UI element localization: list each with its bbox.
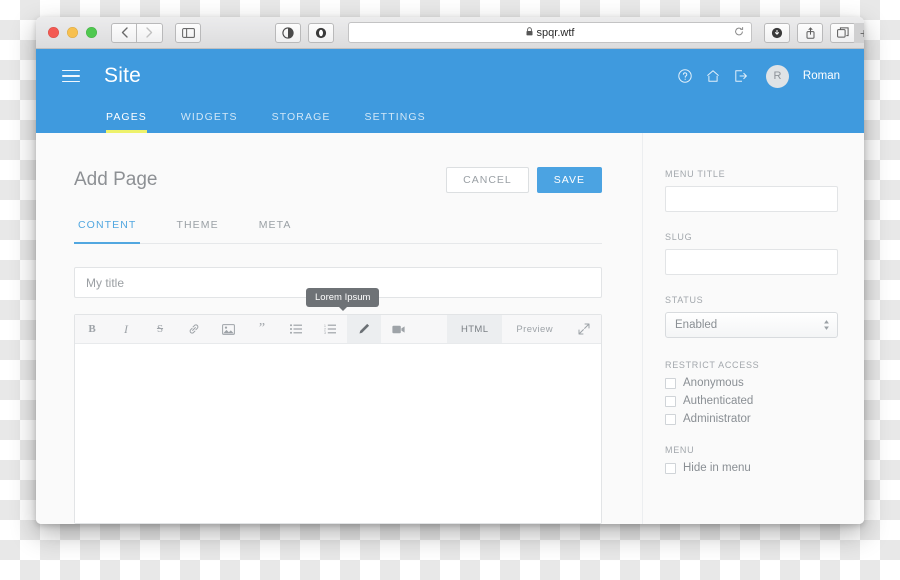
checkbox-row-authenticated[interactable]: Authenticated [665, 395, 838, 407]
editor-area: My title Lorem Ipsum B I S ” 1 2 3 HTML … [74, 267, 602, 524]
subtab-content[interactable]: CONTENT [74, 219, 141, 244]
numbered-list-icon[interactable]: 123 [313, 315, 347, 343]
link-icon[interactable] [177, 315, 211, 343]
reader-view-icon[interactable] [275, 22, 301, 43]
forward-button[interactable] [137, 22, 163, 43]
pencil-icon[interactable] [347, 315, 381, 343]
menu-title-input[interactable] [665, 186, 838, 212]
url-value: spqr.wtf [536, 26, 575, 39]
browser-window: spqr.wtf + Site [36, 17, 864, 524]
status-select[interactable]: Enabled [665, 312, 838, 338]
slug-input[interactable] [665, 249, 838, 275]
address-bar[interactable]: spqr.wtf [348, 22, 752, 43]
tooltip: Lorem Ipsum [306, 288, 380, 307]
sidebar-toggle-icon[interactable] [175, 22, 201, 43]
avatar[interactable]: R [765, 64, 789, 88]
help-circle-icon[interactable] [678, 69, 692, 83]
reload-icon[interactable] [734, 26, 744, 39]
checkbox-label-authenticated: Authenticated [683, 395, 754, 407]
checkbox-row-anonymous[interactable]: Anonymous [665, 377, 838, 389]
preview-mode-button[interactable]: Preview [502, 315, 567, 343]
svg-text:3: 3 [324, 331, 326, 334]
rich-text-editor: B I S ” 1 2 3 HTML Preview [74, 314, 602, 524]
slug-label: SLUG [665, 232, 693, 242]
italic-icon[interactable]: I [109, 315, 143, 343]
url-text-group: spqr.wtf [526, 26, 575, 39]
checkbox-row-hide-in-menu[interactable]: Hide in menu [665, 462, 838, 474]
page-actions: CANCEL SAVE [446, 167, 602, 193]
header-right-group: R Roman [678, 64, 840, 88]
html-mode-button[interactable]: HTML [446, 315, 503, 343]
subtab-theme[interactable]: THEME [172, 219, 222, 244]
page-settings-sidebar: MENU TITLE SLUG STATUS Enabled RESTRICT … [642, 133, 864, 524]
page-header: Add Page CANCEL SAVE [74, 167, 602, 193]
lock-icon [526, 27, 533, 38]
tab-storage[interactable]: STORAGE [272, 111, 331, 133]
checkbox-authenticated[interactable] [665, 395, 676, 407]
page-title: Add Page [74, 169, 158, 190]
status-select-value: Enabled [675, 319, 718, 331]
subtab-meta[interactable]: META [255, 219, 296, 244]
strikethrough-icon[interactable]: S [143, 315, 177, 343]
save-button[interactable]: SAVE [536, 167, 602, 193]
page-title-input-value: My title [86, 275, 125, 290]
restrict-access-label: RESTRICT ACCESS [665, 360, 760, 370]
checkbox-anonymous[interactable] [665, 377, 676, 389]
new-tab-button[interactable]: + [854, 23, 864, 43]
app-title: Site [104, 64, 141, 87]
close-window-button[interactable] [48, 27, 59, 38]
minimize-window-button[interactable] [67, 27, 78, 38]
toolbar-right-buttons [764, 22, 856, 43]
expand-arrows-icon[interactable] [567, 315, 601, 343]
download-icon[interactable] [764, 22, 790, 43]
app-header-top-row: Site R Roman [60, 49, 840, 103]
window-controls [48, 27, 97, 38]
menu-title-label: MENU TITLE [665, 169, 726, 179]
show-tabs-icon[interactable] [830, 22, 856, 43]
checkbox-label-administrator: Administrator [683, 413, 751, 425]
app-header: Site R Roman PAGES WIDGETS STORAGE SETTI… [36, 49, 864, 133]
user-name[interactable]: Roman [803, 70, 840, 82]
status-label: STATUS [665, 295, 704, 305]
video-icon[interactable] [381, 315, 415, 343]
shield-icon[interactable] [308, 22, 334, 43]
quote-icon[interactable]: ” [245, 315, 279, 343]
image-icon[interactable] [211, 315, 245, 343]
checkbox-label-anonymous: Anonymous [683, 377, 744, 389]
editor-toolbar: B I S ” 1 2 3 HTML Preview [75, 315, 601, 344]
main-column: Add Page CANCEL SAVE CONTENT THEME META … [36, 133, 642, 524]
content-subtabs: CONTENT THEME META [74, 219, 602, 244]
tab-settings[interactable]: SETTINGS [364, 111, 425, 133]
share-icon[interactable] [797, 22, 823, 43]
browser-toolbar: spqr.wtf + [36, 17, 864, 49]
app-viewport: Site R Roman PAGES WIDGETS STORAGE SETTI… [36, 49, 864, 524]
editor-content-area[interactable] [75, 344, 601, 523]
extension-buttons [275, 22, 334, 43]
cancel-button[interactable]: CANCEL [446, 167, 529, 193]
content-body: Add Page CANCEL SAVE CONTENT THEME META … [36, 133, 864, 524]
bullet-list-icon[interactable] [279, 315, 313, 343]
menu-section-label: MENU [665, 445, 695, 455]
checkbox-hide-in-menu[interactable] [665, 462, 676, 474]
home-icon[interactable] [706, 69, 720, 83]
checkbox-administrator[interactable] [665, 413, 676, 425]
tab-pages[interactable]: PAGES [106, 111, 147, 133]
sidebar-group-spacer [665, 431, 838, 445]
chevron-updown-icon [823, 320, 830, 331]
logout-icon[interactable] [734, 69, 748, 83]
app-nav-tabs: PAGES WIDGETS STORAGE SETTINGS [60, 103, 840, 133]
hamburger-icon[interactable] [62, 69, 80, 83]
maximize-window-button[interactable] [86, 27, 97, 38]
navigation-buttons [111, 22, 163, 43]
checkbox-label-hide-in-menu: Hide in menu [683, 462, 751, 474]
bold-icon[interactable]: B [75, 315, 109, 343]
back-button[interactable] [111, 22, 137, 43]
tab-widgets[interactable]: WIDGETS [181, 111, 238, 133]
checkbox-row-administrator[interactable]: Administrator [665, 413, 838, 425]
